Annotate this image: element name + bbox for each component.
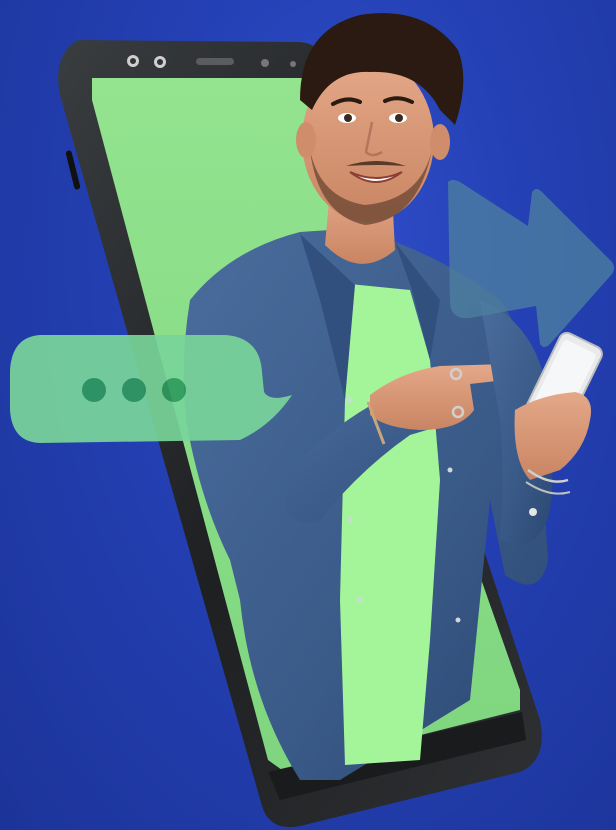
proximity-sensor-icon (261, 59, 269, 67)
typing-dot-icon (162, 378, 186, 402)
typing-dot-icon (122, 378, 146, 402)
hero-illustration (0, 0, 616, 830)
jacket-button (347, 397, 353, 403)
typing-dot-icon (82, 378, 106, 402)
earpiece-speaker (196, 58, 234, 65)
typing-chat-bubble-icon (10, 335, 292, 443)
chat-bubble (10, 335, 292, 443)
illustration-canvas (10, 13, 614, 828)
holding-hand (514, 392, 591, 480)
left-ear (296, 122, 316, 158)
green-t-shirt (340, 284, 440, 765)
right-ear (430, 124, 450, 160)
